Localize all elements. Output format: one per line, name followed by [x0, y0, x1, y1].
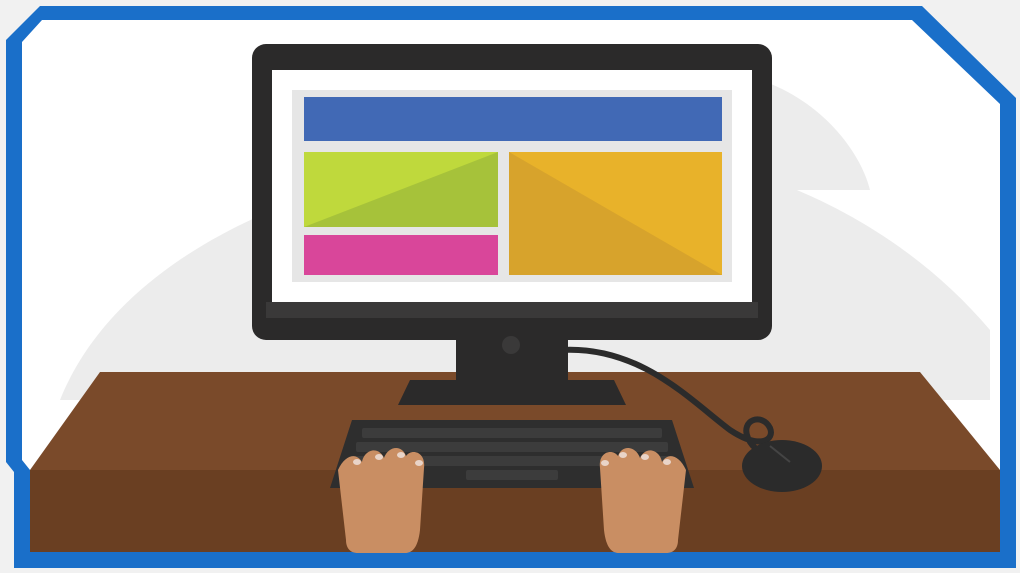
header-block: [304, 97, 722, 141]
left-hand: [338, 447, 425, 553]
right-hand: [599, 447, 686, 553]
illustration-scene: [6, 6, 1016, 568]
mouse-icon[interactable]: [742, 440, 822, 492]
monitor-screen[interactable]: [272, 70, 752, 302]
pink-block: [304, 235, 498, 275]
